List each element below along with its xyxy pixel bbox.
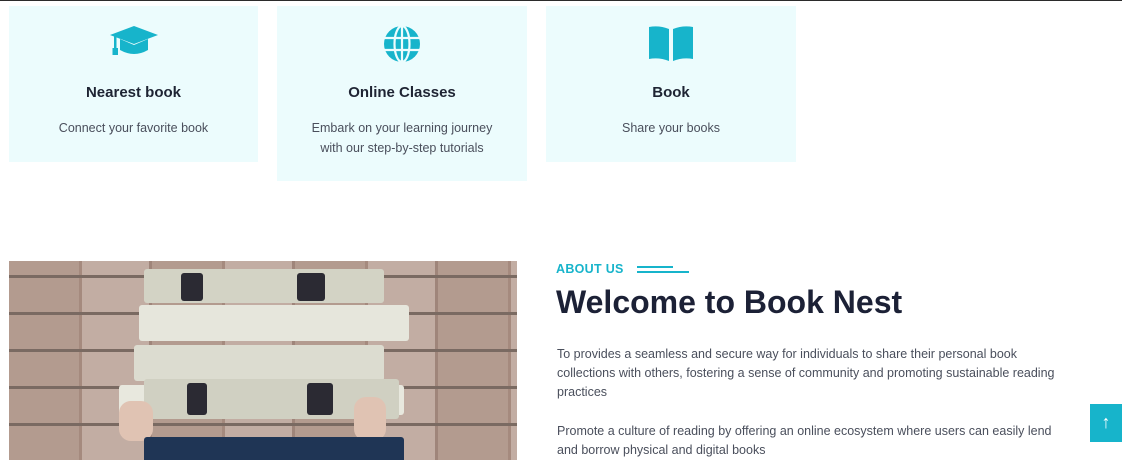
feature-title: Online Classes — [348, 84, 456, 101]
feature-card-book[interactable]: Book Share your books — [546, 6, 796, 162]
globe-icon — [382, 24, 422, 69]
open-book-icon — [647, 24, 695, 67]
feature-description: Connect your favorite book — [58, 121, 209, 135]
feature-title: Nearest book — [85, 84, 182, 101]
feature-card-nearest-book[interactable]: Nearest book Connect your favorite book — [9, 6, 258, 162]
feature-title: Book — [652, 84, 690, 101]
arrow-up-icon: ↑ — [1101, 412, 1111, 432]
about-paragraph: Promote a culture of reading by offering… — [557, 424, 1052, 457]
about-underline — [637, 271, 689, 273]
top-divider — [0, 0, 1122, 1]
books-stack-photo — [9, 261, 517, 460]
graduation-cap-icon — [108, 24, 160, 63]
feature-description: Share your books — [622, 121, 720, 135]
about-us-label: ABOUT US — [556, 262, 624, 276]
scroll-to-top-button[interactable]: ↑ — [1090, 404, 1122, 442]
feature-card-online-classes[interactable]: Online Classes Embark on your learning j… — [277, 6, 527, 181]
about-underline — [637, 266, 673, 268]
feature-description: Embark on your learning journey with our… — [311, 121, 493, 155]
about-paragraph: To provides a seamless and secure way fo… — [557, 347, 1055, 399]
page-title: Welcome to Book Nest — [556, 284, 903, 320]
